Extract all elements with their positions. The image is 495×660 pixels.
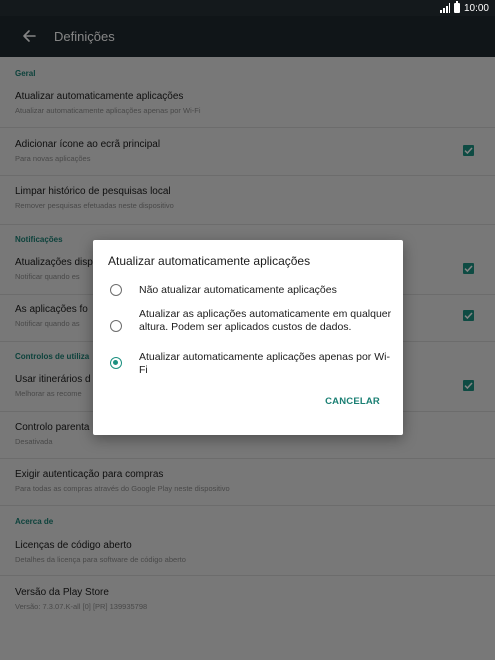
status-time: 10:00 <box>463 2 489 14</box>
status-bar: 10:00 <box>0 0 495 16</box>
radio-option-wifi-only[interactable]: Atualizar automaticamente aplicações ape… <box>93 350 403 378</box>
radio-label: Atualizar as aplicações automaticamente … <box>139 308 392 333</box>
radio-button[interactable] <box>110 320 122 332</box>
radio-label: Atualizar automaticamente aplicações ape… <box>139 351 390 376</box>
radio-button-selected[interactable] <box>110 357 122 369</box>
radio-button[interactable] <box>110 284 122 296</box>
dialog-title: Atualizar automaticamente aplicações <box>108 254 311 268</box>
status-icons: 10:00 <box>439 1 489 14</box>
radio-option-never[interactable]: Não atualizar automaticamente aplicações <box>93 282 403 300</box>
battery-icon <box>453 1 460 13</box>
signal-icon <box>439 3 450 13</box>
radio-label: Não atualizar automaticamente aplicações <box>139 284 337 296</box>
auto-update-dialog: Atualizar automaticamente aplicações Não… <box>93 240 403 435</box>
cancel-button[interactable]: CANCELAR <box>325 396 380 407</box>
radio-option-any-time[interactable]: Atualizar as aplicações automaticamente … <box>93 307 403 347</box>
